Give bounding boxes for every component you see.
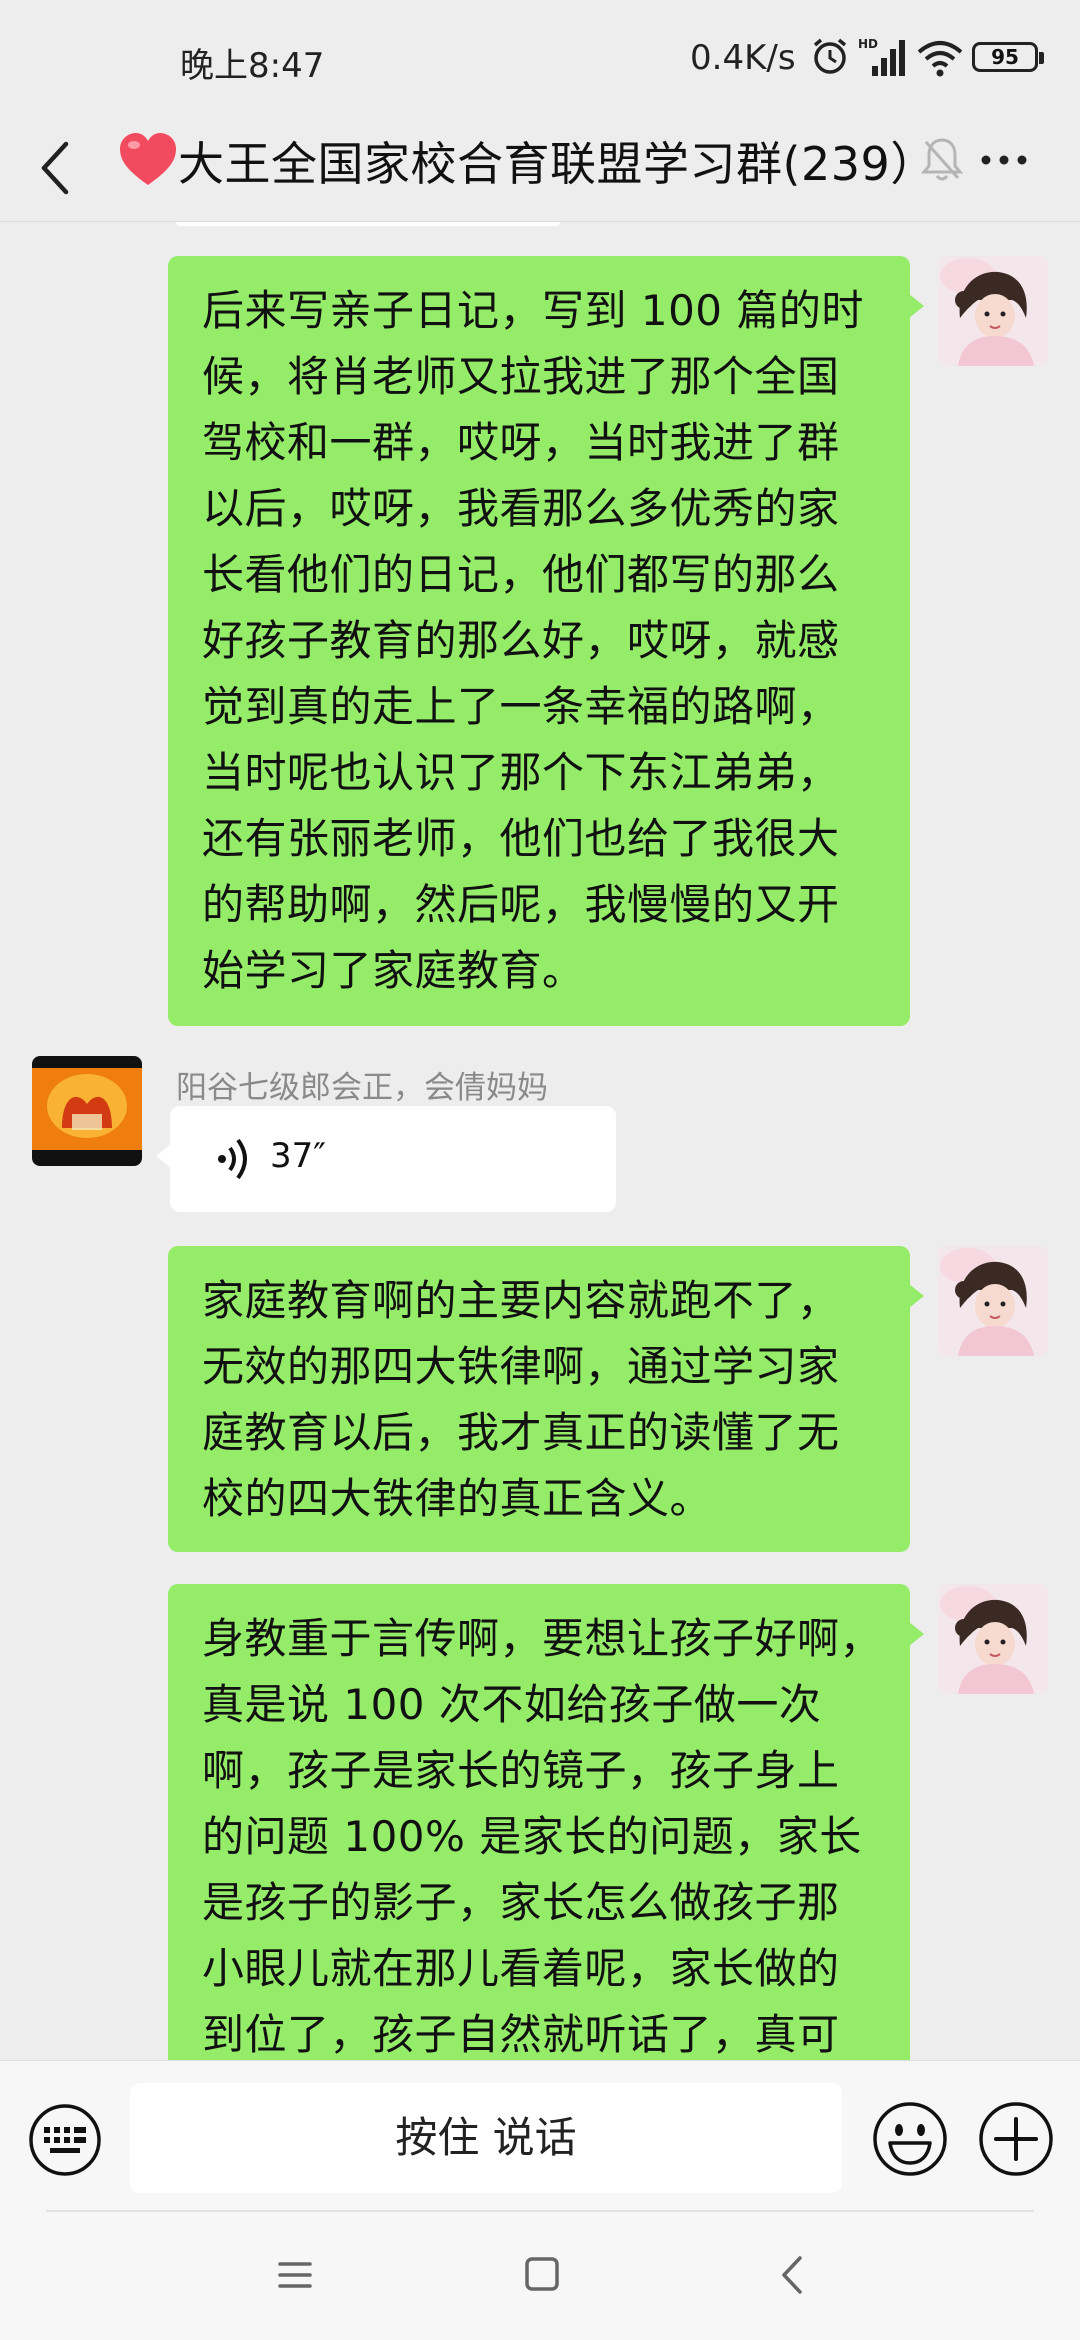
home-icon[interactable]	[524, 2256, 560, 2292]
message-line: 身教重于言传啊，要想让孩子好啊，	[202, 1614, 883, 1663]
message-line: 校的四大铁律的真正含义。	[202, 1474, 713, 1523]
status-bar: 晚上8:47 0.4K/s HD 95	[0, 0, 1080, 120]
message-line: 的帮助啊，然后呢，我慢慢的又开	[202, 880, 840, 929]
previous-message-edge	[176, 222, 560, 226]
sender-avatar[interactable]	[32, 1056, 142, 1166]
voice-wave-icon	[218, 1138, 247, 1180]
hold-to-talk-button[interactable]: 按住 说话	[130, 2083, 842, 2193]
emoji-icon[interactable]	[872, 2101, 948, 2177]
message-line: 庭教育以后，我才真正的读懂了无	[202, 1408, 840, 1457]
message-line: 小眼儿就在那儿看着呢，家长做的	[202, 1944, 840, 1993]
back-icon[interactable]	[32, 128, 82, 208]
chat-title[interactable]: 大王全国家校合育联盟学习群(239）	[178, 128, 937, 194]
message-line: 是孩子的影子，家长怎么做孩子那	[202, 1878, 840, 1927]
plus-icon[interactable]	[978, 2101, 1054, 2177]
message-line: 驾校和一群，哎呀，当时我进了群	[202, 418, 840, 467]
avatar[interactable]	[938, 256, 1048, 366]
divider	[46, 2210, 1034, 2212]
message-bubble[interactable]: 后来写亲子日记，写到 100 篇的时 候，将肖老师又拉我进了那个全国 驾校和一群…	[168, 256, 924, 1026]
voice-duration: 37″	[270, 1136, 326, 1176]
message-line: 候，将肖老师又拉我进了那个全国	[202, 352, 840, 401]
more-icon[interactable]	[978, 140, 1030, 180]
nav-back-icon[interactable]	[776, 2254, 806, 2296]
chat-messages[interactable]: 后来写亲子日记，写到 100 篇的时 候，将肖老师又拉我进了那个全国 驾校和一群…	[0, 222, 1080, 2060]
message-line: 还有张丽老师，他们也给了我很大	[202, 814, 840, 863]
message-line: 到位了，孩子自然就听话了，真可	[202, 2010, 840, 2059]
message-bubble[interactable]: 身教重于言传啊，要想让孩子好啊， 真是说 100 次不如给孩子做一次 啊，孩子是…	[168, 1584, 924, 2060]
sender-name: 阳谷七级郎会正，会倩妈妈	[176, 1070, 548, 1106]
message-bubble[interactable]: 家庭教育啊的主要内容就跑不了， 无效的那四大铁律啊，通过学习家 庭教育以后，我才…	[168, 1246, 924, 1552]
message-line: 啊，孩子是家长的镜子，孩子身上	[202, 1746, 840, 1795]
message-line: 觉到真的走上了一条幸福的路啊，	[202, 682, 840, 731]
alarm-icon	[813, 38, 847, 74]
keyboard-icon[interactable]	[28, 2103, 102, 2177]
status-time: 晚上8:47	[180, 46, 325, 86]
message-line: 好孩子教育的那么好，哎呀，就感	[202, 616, 840, 665]
avatar[interactable]	[938, 1584, 1048, 1694]
svg-text:HD: HD	[858, 37, 878, 51]
system-nav-bar	[0, 2210, 1080, 2340]
message-line: 长看他们的日记，他们都写的那么	[202, 550, 840, 599]
heart-emoji	[120, 133, 176, 185]
wifi-icon	[917, 41, 963, 77]
message-line: 当时呢也认识了那个下东江弟弟，	[202, 748, 840, 797]
hd-signal-icon: HD	[858, 37, 905, 76]
voice-message[interactable]: 37″	[156, 1106, 616, 1212]
status-icons: 0.4K/s HD 95	[660, 36, 1080, 80]
message-line: 后来写亲子日记，写到 100 篇的时	[202, 286, 864, 335]
message-line: 无效的那四大铁律啊，通过学习家	[202, 1342, 840, 1391]
message-line: 始学习了家庭教育。	[202, 946, 585, 995]
chat-header: 大王全国家校合育联盟学习群(239）	[0, 110, 1080, 222]
battery-level: 95	[991, 45, 1019, 69]
avatar[interactable]	[938, 1246, 1048, 1356]
message-line: 家庭教育啊的主要内容就跑不了，	[202, 1276, 840, 1325]
input-bar: 按住 说话	[0, 2060, 1080, 2210]
message-line: 的问题 100% 是家长的问题，家长	[202, 1812, 862, 1861]
battery-icon: 95	[972, 42, 1044, 72]
mute-icon	[920, 138, 964, 181]
message-line: 真是说 100 次不如给孩子做一次	[202, 1680, 822, 1729]
net-speed: 0.4K/s	[690, 38, 796, 78]
recents-icon[interactable]	[276, 2256, 314, 2294]
message-line: 以后，哎呀，我看那么多优秀的家	[202, 484, 840, 533]
